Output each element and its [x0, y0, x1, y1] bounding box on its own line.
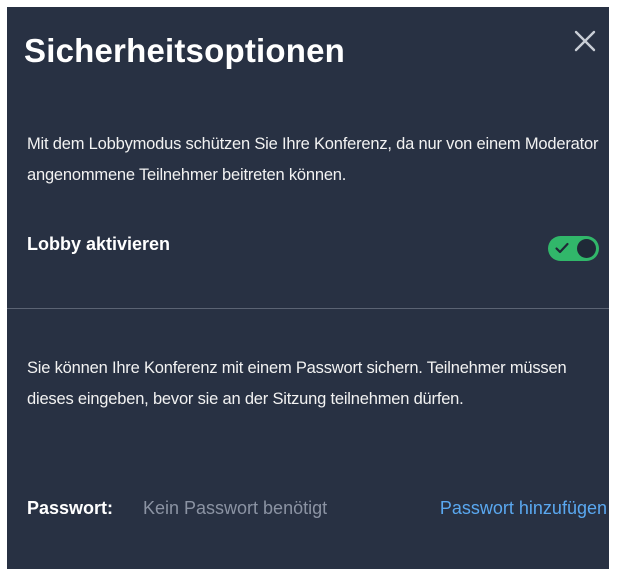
- lobby-description: Mit dem Lobbymodus schützen Sie Ihre Kon…: [27, 135, 599, 184]
- lobby-section: Mit dem Lobbymodus schützen Sie Ihre Kon…: [27, 129, 602, 191]
- check-icon: [555, 242, 569, 254]
- password-label: Passwort:: [27, 498, 114, 518]
- section-divider: [7, 308, 609, 309]
- add-password-link[interactable]: Passwort hinzufügen: [440, 498, 607, 519]
- password-description: Sie können Ihre Konferenz mit einem Pass…: [27, 359, 567, 408]
- close-button[interactable]: [569, 25, 601, 57]
- lobby-label: Lobby aktivieren: [27, 234, 171, 254]
- password-row: Passwort: Kein Passwort benötigt Passwor…: [27, 495, 607, 525]
- close-icon: [574, 30, 596, 52]
- password-section: Sie können Ihre Konferenz mit einem Pass…: [27, 353, 607, 415]
- password-value: Kein Passwort benötigt: [143, 498, 328, 518]
- toggle-knob: [577, 239, 596, 258]
- lobby-toggle-row: Lobby aktivieren: [27, 228, 599, 268]
- lobby-toggle[interactable]: [548, 236, 599, 261]
- dialog-title: Sicherheitsoptionen: [24, 32, 346, 69]
- security-options-dialog: Sicherheitsoptionen Mit dem Lobbymodus s…: [7, 7, 609, 569]
